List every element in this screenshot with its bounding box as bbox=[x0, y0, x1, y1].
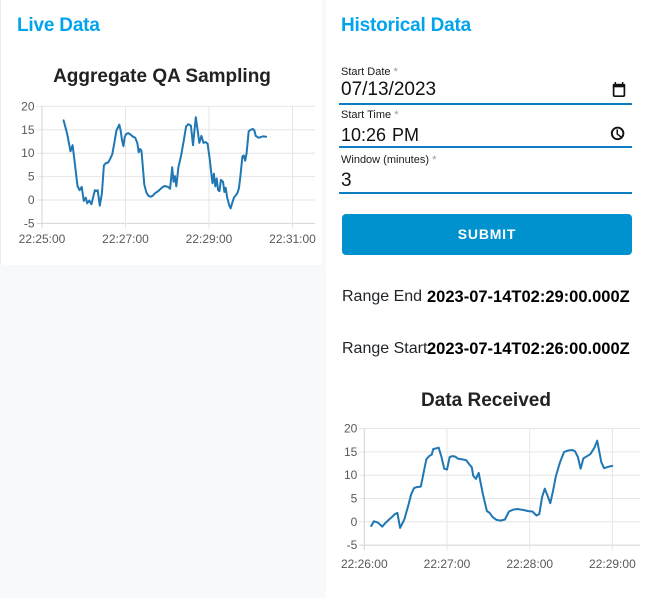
svg-text:20: 20 bbox=[344, 422, 358, 436]
svg-text:-5: -5 bbox=[24, 216, 35, 230]
svg-text:10: 10 bbox=[21, 146, 35, 160]
svg-text:-5: -5 bbox=[347, 538, 358, 552]
svg-text:Data Received: Data Received bbox=[421, 390, 551, 411]
svg-text:22:28:00: 22:28:00 bbox=[506, 557, 553, 571]
svg-text:20: 20 bbox=[21, 99, 35, 113]
svg-text:22:29:00: 22:29:00 bbox=[589, 557, 636, 571]
svg-text:22:25:00: 22:25:00 bbox=[19, 232, 66, 246]
svg-text:0: 0 bbox=[28, 193, 35, 207]
svg-text:5: 5 bbox=[28, 170, 35, 184]
svg-text:22:27:00: 22:27:00 bbox=[424, 557, 471, 571]
svg-text:15: 15 bbox=[344, 445, 358, 459]
svg-text:5: 5 bbox=[351, 492, 358, 506]
svg-text:Aggregate QA Sampling: Aggregate QA Sampling bbox=[53, 66, 271, 87]
svg-text:0: 0 bbox=[351, 515, 358, 529]
svg-text:22:31:00: 22:31:00 bbox=[269, 232, 316, 246]
svg-text:10: 10 bbox=[344, 468, 358, 482]
svg-text:22:26:00: 22:26:00 bbox=[341, 557, 388, 571]
svg-text:22:27:00: 22:27:00 bbox=[102, 232, 149, 246]
svg-text:22:29:00: 22:29:00 bbox=[186, 232, 233, 246]
svg-text:15: 15 bbox=[21, 123, 35, 137]
